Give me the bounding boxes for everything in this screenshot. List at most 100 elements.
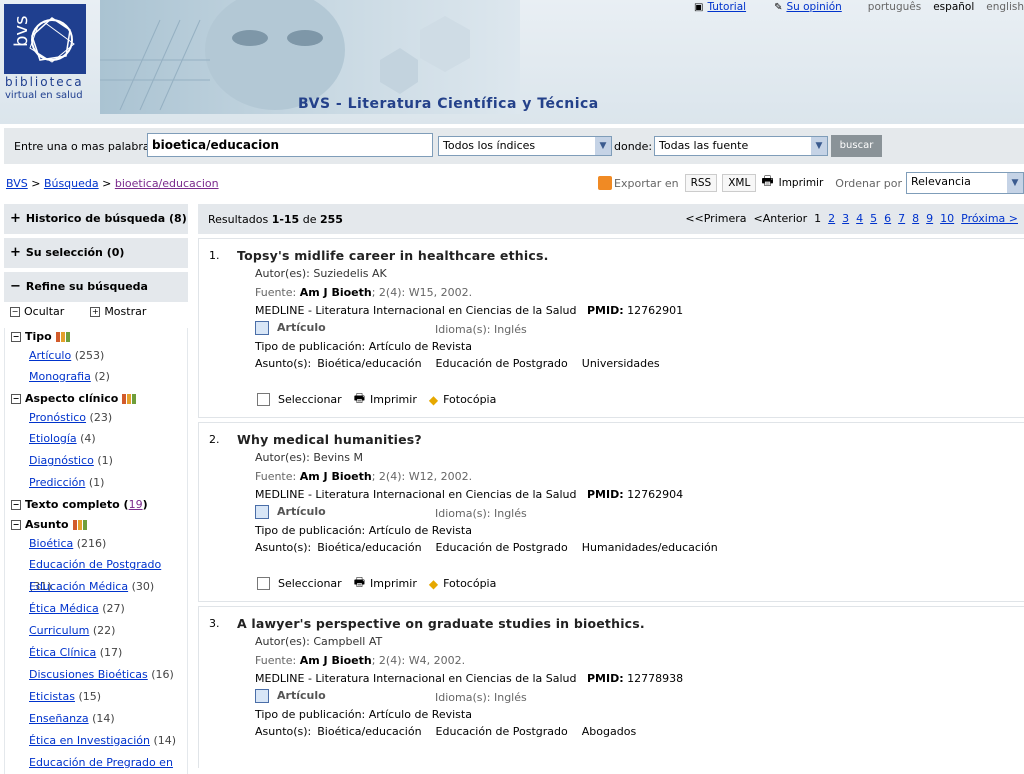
bvs-logo[interactable]: bvs (4, 4, 86, 74)
select-checkbox[interactable]: Seleccionar (257, 393, 342, 406)
article-link[interactable]: Artículo (277, 321, 326, 334)
article-icon[interactable] (255, 689, 269, 703)
facet-texto-count-link[interactable]: 19 (129, 496, 143, 514)
authors-label: Autor(es): (255, 267, 310, 280)
tutorial-link[interactable]: Tutorial (707, 1, 746, 13)
facet-link[interactable]: Educación de Pregrado en (29, 756, 173, 769)
search-history-toggle[interactable]: + Historico de búsqueda (8) (4, 204, 188, 234)
lang-english[interactable]: english (986, 1, 1024, 13)
opinion-link[interactable]: Su opinión (786, 1, 841, 13)
history-label: Historico de búsqueda (25, 212, 166, 225)
result-title[interactable]: Topsy's midlife career in healthcare eth… (237, 248, 549, 263)
result-title[interactable]: Why medical humanities? (237, 432, 422, 447)
facet-link[interactable]: Eticistas (29, 690, 75, 703)
print-result-button[interactable]: 🖶 Imprimir (354, 389, 417, 410)
page-2[interactable]: 2 (828, 212, 835, 225)
article-link[interactable]: Artículo (277, 505, 326, 518)
facet-item: Discusiones Bioéticas (16) (11, 664, 187, 686)
prev-page[interactable]: <Anterior (754, 212, 808, 225)
tutorial-icon: ▣ (694, 1, 704, 13)
source-select-value: Todas las fuente (659, 139, 749, 152)
facet-link[interactable]: Pronóstico (29, 411, 86, 424)
facet-tipo[interactable]: − Tipo (11, 328, 187, 346)
result-subjects: Asunto(s): Bioética/educación Educación de… (255, 725, 650, 738)
minus-icon: − (10, 279, 21, 294)
facet-link[interactable]: Ética Clínica (29, 646, 96, 659)
search-button[interactable]: buscar (831, 135, 882, 157)
facet-item: Enseñanza (14) (11, 708, 187, 730)
index-select[interactable]: Todos los índices ▼ (438, 136, 612, 156)
facet-aspecto[interactable]: − Aspecto clínico (11, 390, 187, 408)
article-icon[interactable] (255, 505, 269, 519)
facet-item: Ética en Investigación (14) (11, 730, 187, 752)
facet-link[interactable]: Enseñanza (29, 712, 89, 725)
bar-chart-icon[interactable] (72, 520, 87, 530)
facet-link[interactable]: Artículo (29, 349, 71, 362)
facet-texto-completo[interactable]: − Texto completo (19) (11, 496, 187, 514)
pmid-value: 12762901 (627, 304, 684, 317)
facet-link[interactable]: Ética en Investigación (29, 734, 150, 747)
page-4[interactable]: 4 (856, 212, 863, 225)
lang-espanol[interactable]: español (933, 1, 974, 13)
collapse-icon: − (11, 332, 21, 342)
page-7[interactable]: 7 (898, 212, 905, 225)
first-page[interactable]: <<Primera (685, 212, 746, 225)
facet-link[interactable]: Predicción (29, 476, 85, 489)
facet-item: Artículo (253) (11, 346, 187, 366)
facet-link[interactable]: Educación de Postgrado (29, 558, 161, 571)
database-name: MEDLINE - Literatura Internacional en Ci… (255, 488, 577, 501)
facet-link[interactable]: Diagnóstico (29, 454, 94, 467)
page-10[interactable]: 10 (940, 212, 954, 225)
facet-link[interactable]: Etiología (29, 432, 77, 445)
breadcrumb-query[interactable]: bioetica/educacion (115, 177, 219, 190)
article-link[interactable]: Artículo (277, 689, 326, 702)
result-format: Artículo Idioma(s): Inglés (255, 689, 655, 704)
lang-portugues[interactable]: português (868, 1, 921, 13)
order-select-value: Relevancia (911, 175, 971, 188)
result-title[interactable]: A lawyer's perspective on graduate studi… (237, 616, 645, 631)
next-page[interactable]: Próxima > (961, 212, 1018, 225)
bar-chart-icon[interactable] (122, 394, 137, 404)
export-xml-button[interactable]: XML (722, 174, 757, 192)
facet-count: (27) (102, 602, 125, 615)
article-icon[interactable] (255, 321, 269, 335)
facet-link[interactable]: Bioética (29, 537, 73, 550)
photocopy-button[interactable]: ◆ Fotocópia (429, 577, 497, 591)
print-result-button[interactable]: 🖶 Imprimir (354, 573, 417, 594)
facet-link[interactable]: Educación Médica (29, 580, 128, 593)
page-5[interactable]: 5 (870, 212, 877, 225)
photocopy-button[interactable]: ◆ Fotocópia (429, 393, 497, 407)
breadcrumb-bvs[interactable]: BVS (6, 177, 28, 190)
checkbox-icon[interactable] (257, 577, 270, 590)
page-9[interactable]: 9 (926, 212, 933, 225)
search-input[interactable] (147, 133, 433, 157)
print-button[interactable]: 🖶 Imprimir (761, 172, 823, 194)
facet-link[interactable]: Discusiones Bioéticas (29, 668, 148, 681)
bar-chart-icon[interactable] (55, 332, 70, 342)
facet-asunto[interactable]: − Asunto (11, 516, 187, 534)
facet-item: Eticistas (15) (11, 686, 187, 708)
facet-link[interactable]: Monografia (29, 370, 91, 383)
refine-toggle[interactable]: − Refine su búsqueda (4, 272, 188, 302)
facet-link[interactable]: Ética Médica (29, 602, 99, 615)
page-3[interactable]: 3 (842, 212, 849, 225)
order-select[interactable]: Relevancia ▼ (906, 172, 1024, 194)
select-checkbox[interactable]: Seleccionar (257, 577, 342, 590)
hide-all-button[interactable]: − Ocultar (10, 302, 64, 322)
page-8[interactable]: 8 (912, 212, 919, 225)
selection-toggle[interactable]: + Su selección (0) (4, 238, 188, 268)
export-rss-button[interactable]: RSS (684, 174, 718, 192)
photocopy-label: Fotocópia (443, 393, 497, 406)
export-toolbar: Exportar en RSS XML 🖶 Imprimir Ordenar p… (598, 172, 1024, 194)
subject-term: Educación de Postgrado (435, 725, 568, 738)
breadcrumb-busqueda[interactable]: Búsqueda (44, 177, 99, 190)
source-select[interactable]: Todas las fuente ▼ (654, 136, 828, 156)
result-subjects: Asunto(s): Bioética/educación Educación de… (255, 541, 732, 554)
checkbox-icon[interactable] (257, 393, 270, 406)
page-6[interactable]: 6 (884, 212, 891, 225)
facet-link[interactable]: Curriculum (29, 624, 89, 637)
publication-type: Tipo de publicación: Artículo de Revista (255, 524, 472, 537)
show-all-button[interactable]: + Mostrar (90, 302, 146, 322)
pmid-label: PMID: (587, 672, 624, 685)
facet-item: Ética Clínica (17) (11, 642, 187, 664)
